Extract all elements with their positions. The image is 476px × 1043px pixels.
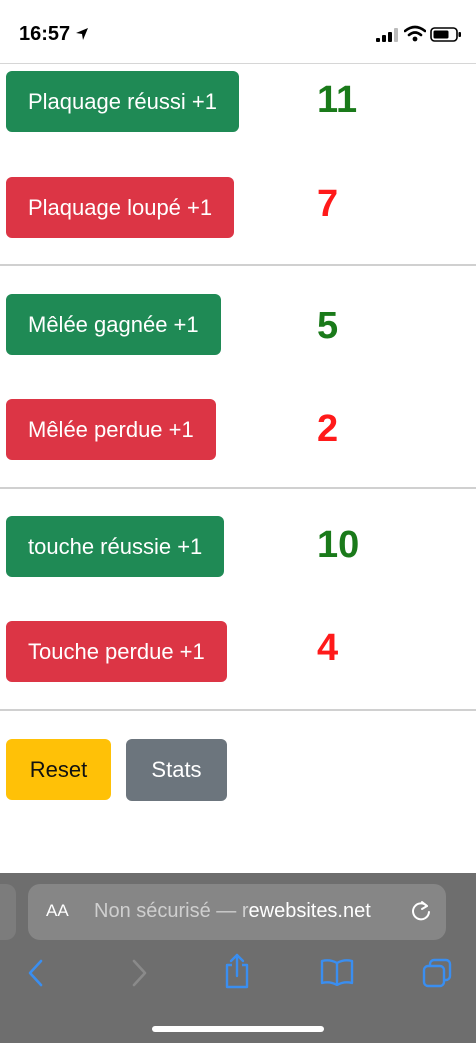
plaquage-loupe-count: 7 — [317, 183, 339, 225]
section-divider — [0, 264, 476, 266]
address-bar[interactable]: AA Non sécurisé — rewebsites.net — [28, 884, 446, 940]
browser-toolbar: AA Non sécurisé — rewebsites.net — [0, 873, 476, 1043]
plaquage-reussi-button[interactable]: Plaquage réussi +1 — [6, 71, 239, 132]
status-time: 16:57 — [19, 23, 71, 45]
location-arrow-icon — [76, 28, 88, 40]
plaquage-loupe-button[interactable]: Plaquage loupé +1 — [6, 177, 235, 238]
tabs-icon[interactable] — [422, 958, 452, 988]
melee-gagnee-button[interactable]: Mêlée gagnée +1 — [6, 294, 221, 355]
melee-perdue-count: 2 — [317, 408, 339, 450]
url-security-label: Non sécurisé — r — [94, 900, 249, 922]
melee-gagnee-count: 5 — [317, 305, 339, 347]
touche-reussie-count: 10 — [317, 524, 360, 566]
share-icon[interactable] — [223, 953, 251, 989]
bookmarks-icon[interactable] — [320, 958, 354, 986]
forward-icon[interactable] — [129, 958, 149, 988]
browser-nav-row — [0, 953, 476, 997]
wifi-icon — [404, 25, 426, 42]
signal-icon — [376, 28, 398, 42]
reset-button[interactable]: Reset — [6, 739, 111, 800]
url-domain: ewebsites.net — [248, 900, 371, 922]
plaquage-reussi-count: 11 — [317, 79, 358, 121]
battery-icon — [430, 27, 461, 42]
back-icon[interactable] — [26, 958, 46, 988]
section-divider — [0, 709, 476, 711]
reload-icon[interactable] — [410, 899, 432, 923]
reader-aa-button[interactable]: AA — [46, 901, 69, 921]
touche-reussie-button[interactable]: touche réussie +1 — [6, 516, 225, 577]
url-text[interactable]: Non sécurisé — rewebsites.net — [94, 900, 371, 923]
status-divider — [0, 63, 476, 64]
home-indicator — [152, 1026, 324, 1032]
touche-perdue-count: 4 — [317, 627, 339, 669]
stats-button[interactable]: Stats — [126, 739, 227, 801]
melee-perdue-button[interactable]: Mêlée perdue +1 — [6, 399, 216, 460]
status-bar: 16:57 — [0, 0, 476, 64]
touche-perdue-button[interactable]: Touche perdue +1 — [6, 621, 227, 682]
section-divider — [0, 487, 476, 489]
previous-tab-edge[interactable] — [0, 884, 16, 940]
